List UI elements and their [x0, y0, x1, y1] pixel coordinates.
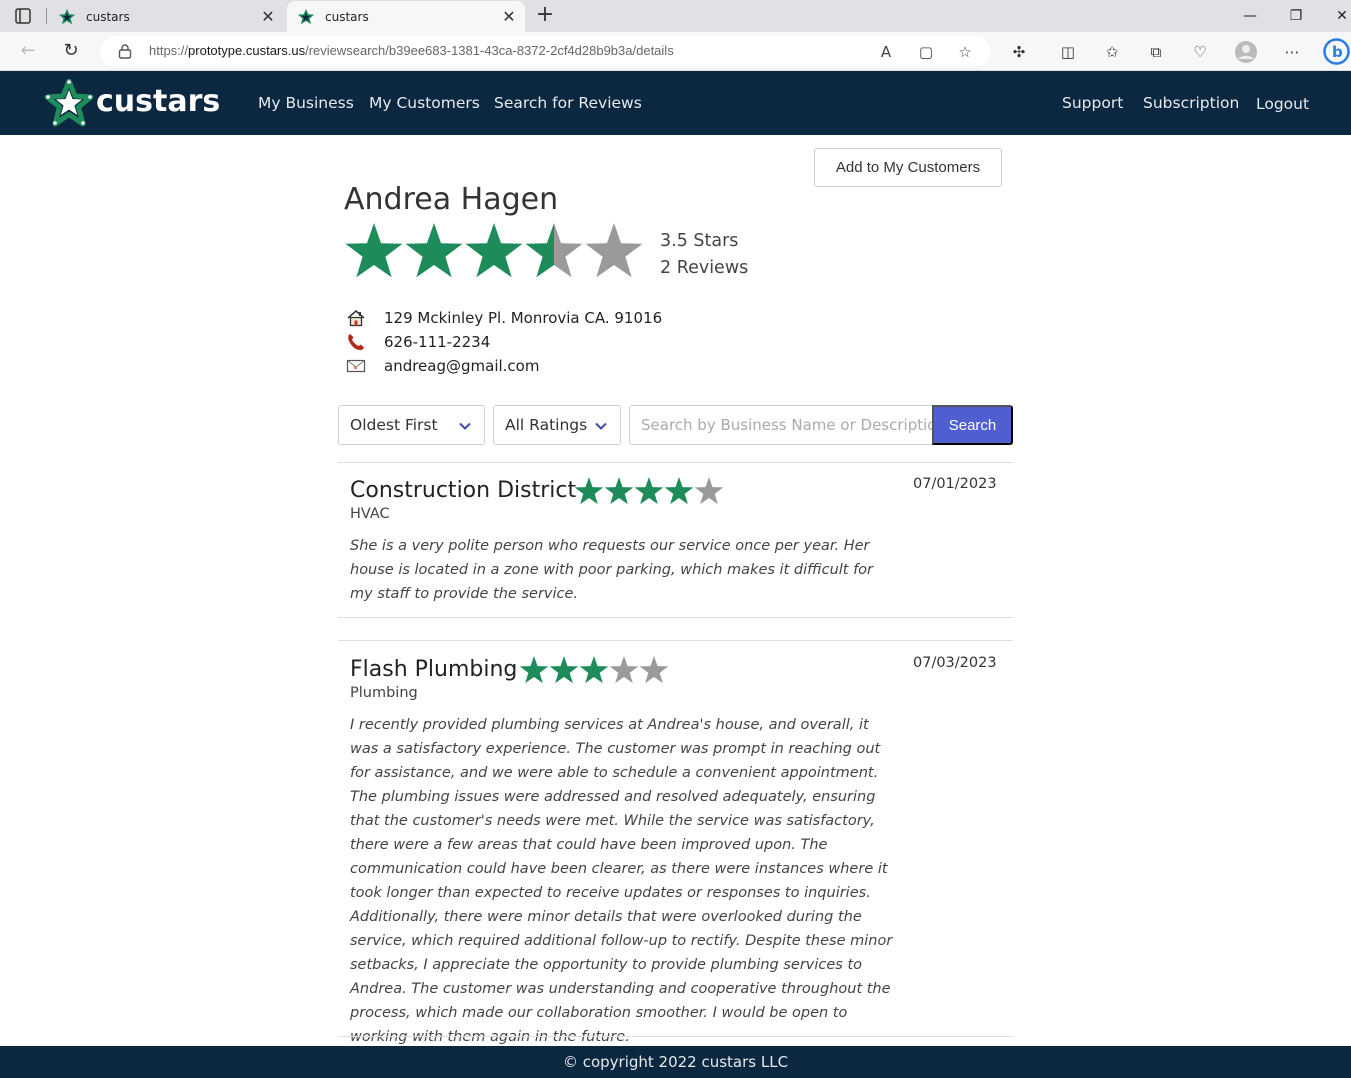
minimize-icon[interactable]: — [1238, 4, 1262, 28]
stars-summary: 3.5 Stars [660, 231, 739, 251]
nav-my-customers[interactable]: My Customers [369, 94, 480, 112]
lock-icon [118, 44, 132, 59]
custars-favicon-icon [297, 8, 315, 24]
favorite-star-icon[interactable]: ☆ [955, 42, 975, 62]
review-business-name: Flash Plumbing [350, 657, 518, 682]
url-text: https://prototype.custars.us/reviewsearc… [149, 43, 674, 58]
sort-order-value: Oldest First [350, 416, 438, 434]
address-row: 129 Mckinley Pl. Monrovia CA. 91016 [346, 308, 662, 328]
review-business-name: Construction District [350, 478, 577, 503]
star-icon [345, 223, 403, 278]
reviews-count: 2 Reviews [660, 258, 749, 278]
divider [338, 640, 1013, 641]
nav-support[interactable]: Support [1062, 94, 1123, 112]
brand-name[interactable]: custars [96, 84, 220, 119]
new-tab-icon[interactable]: + [534, 4, 556, 26]
email-row: andreag@gmail.com [346, 356, 539, 376]
customer-address: 129 Mckinley Pl. Monrovia CA. 91016 [384, 309, 663, 327]
extensions-icon[interactable]: ✣ [1008, 41, 1030, 63]
rating-filter-select[interactable]: All Ratings [493, 405, 621, 445]
footer: © copyright 2022 custars LLC [0, 1046, 1351, 1078]
url-path: /reviewsearch/b39ee683-1381-43ca-8372-2c… [305, 43, 674, 58]
collections-icon[interactable]: ⧉ [1145, 41, 1167, 63]
star-icon [604, 477, 634, 505]
divider [338, 1036, 1013, 1037]
star-icon [664, 477, 694, 505]
rating-filter-value: All Ratings [505, 416, 588, 434]
review-rating-stars [574, 477, 724, 505]
close-tab-icon[interactable]: ✕ [256, 7, 280, 26]
read-aloud-icon[interactable]: A [876, 42, 896, 62]
star-icon [519, 656, 549, 684]
star-icon [465, 223, 523, 278]
phone-row: 626-111-2234 [346, 332, 490, 352]
tab-title: custars [86, 9, 130, 24]
envelope-icon [346, 359, 366, 373]
sort-order-select[interactable]: Oldest First [338, 405, 485, 445]
star-icon [639, 656, 669, 684]
customer-email: andreag@gmail.com [384, 357, 540, 375]
copyright-text: © copyright 2022 custars LLC [562, 1053, 789, 1071]
split-screen-icon[interactable]: ◫ [1057, 41, 1079, 63]
browser-tab-1[interactable]: custars ✕ [48, 1, 284, 32]
close-window-icon[interactable]: ✕ [1330, 4, 1351, 28]
refresh-icon[interactable]: ↻ [60, 40, 82, 62]
review-category: HVAC [350, 506, 390, 522]
house-icon [347, 310, 365, 327]
star-icon [574, 477, 604, 505]
star-icon [609, 656, 639, 684]
review-date: 07/03/2023 [913, 655, 997, 671]
close-tab-icon[interactable]: ✕ [497, 7, 521, 26]
browser-essentials-icon[interactable]: ♡ [1189, 41, 1211, 63]
favorites-icon[interactable]: ✩ [1101, 41, 1123, 63]
review-text: She is a very polite person who requests… [350, 538, 874, 602]
custars-favicon-icon [58, 8, 76, 24]
add-to-my-customers-button[interactable]: Add to My Customers [814, 148, 1002, 187]
immersive-reader-icon[interactable]: ▢ [916, 42, 936, 62]
star-icon [585, 223, 643, 278]
chevron-down-icon [595, 422, 607, 430]
custars-logo-icon[interactable] [44, 79, 94, 129]
phone-icon [348, 334, 364, 350]
back-arrow-icon[interactable]: ← [17, 40, 39, 62]
divider [338, 617, 1013, 618]
more-options-icon[interactable]: ⋯ [1281, 41, 1303, 63]
tab-separator [46, 8, 47, 24]
nav-search-for-reviews[interactable]: Search for Reviews [494, 94, 642, 112]
browser-address-bar: ← ↻ https://prototype.custars.us/reviews… [0, 32, 1351, 71]
copilot-icon[interactable]: b [1322, 37, 1351, 66]
divider [338, 462, 1013, 463]
star-icon [694, 477, 724, 505]
search-placeholder: Search by Business Name or Description [641, 416, 933, 434]
customer-name: Andrea Hagen [344, 182, 559, 217]
browser-tab-bar: custars ✕ custars ✕ + — ❐ ✕ [0, 0, 1351, 32]
tab-title: custars [325, 9, 369, 24]
url-scheme: https:// [149, 43, 189, 58]
star-icon [525, 223, 583, 278]
chevron-down-icon [459, 422, 471, 430]
star-icon [549, 656, 579, 684]
review-text: I recently provided plumbing services at… [350, 717, 893, 1045]
profile-avatar-icon[interactable] [1234, 40, 1258, 64]
tab-actions-icon[interactable] [14, 7, 32, 25]
review-category: Plumbing [350, 685, 418, 701]
customer-phone: 626-111-2234 [384, 333, 491, 351]
star-icon [579, 656, 609, 684]
nav-my-business[interactable]: My Business [258, 94, 354, 112]
nav-logout[interactable]: Logout [1256, 95, 1309, 113]
review-search-input[interactable]: Search by Business Name or Description [629, 405, 933, 445]
svg-text:b: b [1332, 43, 1343, 61]
review-date: 07/01/2023 [913, 476, 997, 492]
app-header: custars My Business My Customers Search … [0, 71, 1351, 135]
restore-icon[interactable]: ❐ [1284, 4, 1308, 28]
customer-rating-stars [345, 223, 643, 278]
nav-subscription[interactable]: Subscription [1143, 94, 1239, 112]
search-button[interactable]: Search [932, 405, 1013, 445]
url-field[interactable]: https://prototype.custars.us/reviewsearc… [100, 36, 990, 67]
review-rating-stars [519, 656, 669, 684]
star-icon [405, 223, 463, 278]
star-icon [634, 477, 664, 505]
url-host: prototype.custars.us [188, 43, 306, 58]
browser-tab-2[interactable]: custars ✕ [287, 1, 525, 32]
